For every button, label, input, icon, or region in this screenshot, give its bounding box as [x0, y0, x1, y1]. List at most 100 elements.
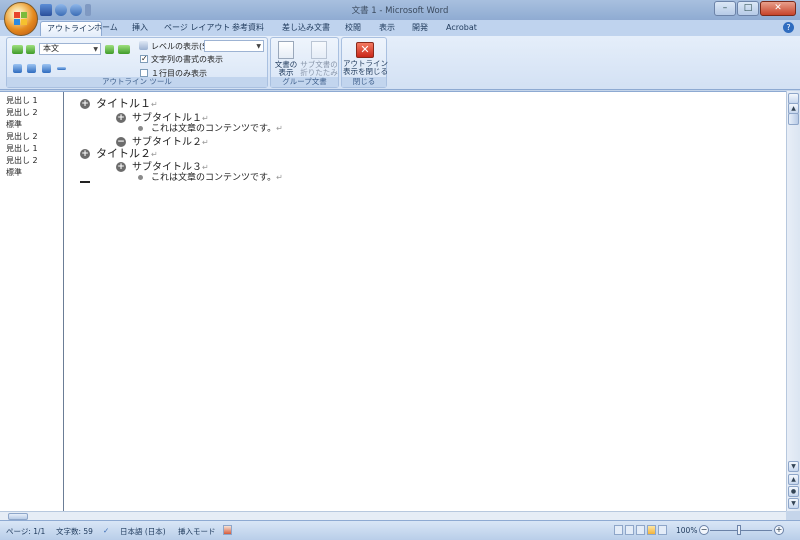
full-screen-reading-icon[interactable] — [625, 525, 634, 535]
close-button[interactable]: ✕ — [760, 1, 796, 16]
outline-level-value: 本文 — [43, 44, 59, 53]
demote-to-body-icon[interactable] — [118, 45, 130, 54]
help-icon[interactable]: ? — [783, 22, 794, 33]
tab-home[interactable]: ホーム — [88, 21, 124, 36]
proofing-icon[interactable]: ✓ — [103, 526, 109, 535]
style-name: 見出し 2 — [6, 156, 38, 165]
office-button[interactable] — [4, 2, 38, 36]
window-title: 文書 1 - Microsoft Word — [351, 6, 449, 16]
style-name: 見出し 1 — [6, 96, 38, 105]
promote-icon[interactable] — [26, 45, 35, 54]
scroll-thumb[interactable] — [788, 113, 799, 125]
title-bar: 文書 1 - Microsoft Word – □ ✕ — [0, 0, 800, 36]
scroll-down-icon[interactable]: ▼ — [788, 461, 799, 472]
outline-tools-group: 本文 ▼ レベルの表示(S): ▼ ✓ 文字列の書式の表示 １行目のみ表示 アウ… — [6, 37, 268, 88]
language-indicator[interactable]: 日本語 (日本) — [120, 526, 166, 537]
outline-view-icon[interactable] — [647, 525, 656, 535]
office-logo-icon — [14, 12, 28, 26]
expand-plus-icon[interactable]: + — [116, 162, 126, 172]
close-group-label: 閉じる — [342, 77, 386, 87]
master-document-group: 文書の 表示 サブ文書の 折りたたみ グループ文書 — [270, 37, 339, 88]
show-document-label: 文書の 表示 — [274, 60, 298, 77]
collapse-icon[interactable] — [57, 67, 66, 70]
zoom-out-icon[interactable]: − — [699, 525, 709, 535]
body-text-dot-icon — [138, 175, 143, 180]
previous-page-icon[interactable]: ▲ — [788, 474, 799, 485]
show-document-button[interactable]: 文書の 表示 — [272, 41, 300, 77]
move-down-icon[interactable] — [27, 64, 36, 73]
browse-object-icon[interactable]: ● — [788, 486, 799, 497]
maximize-button[interactable]: □ — [737, 1, 759, 16]
expand-icon[interactable] — [42, 64, 51, 73]
subdocument-icon — [311, 41, 327, 59]
close-group: ✕ アウトライン 表示を閉じる 閉じる — [341, 37, 388, 88]
style-name: 見出し 2 — [6, 132, 38, 141]
paragraph-mark: ↵ — [202, 138, 209, 147]
show-level-icon — [139, 41, 148, 50]
close-outline-view-label: アウトライン 表示を閉じる — [343, 59, 388, 76]
show-format-label: 文字列の書式の表示 — [151, 55, 223, 64]
expand-plus-icon[interactable]: + — [116, 113, 126, 123]
expand-plus-icon[interactable]: + — [80, 149, 90, 159]
draft-view-icon[interactable] — [658, 525, 667, 535]
tab-mailings[interactable]: 差し込み文書 — [276, 21, 336, 36]
tab-acrobat[interactable]: Acrobat — [440, 21, 483, 36]
outline-tools-group-label: アウトライン ツール — [7, 77, 267, 87]
outline-level-dropdown[interactable]: 本文 ▼ — [39, 43, 101, 55]
close-icon: ✕ — [356, 42, 374, 58]
status-bar: ページ: 1/1 文字数: 59 ✓ 日本語 (日本) 挿入モード 100% −… — [0, 520, 800, 540]
window-controls: – □ ✕ — [714, 1, 796, 16]
paragraph-mark: ↵ — [276, 173, 283, 182]
paragraph-mark: ↵ — [151, 100, 158, 109]
ribbon: 本文 ▼ レベルの表示(S): ▼ ✓ 文字列の書式の表示 １行目のみ表示 アウ… — [0, 36, 800, 90]
tab-page-layout[interactable]: ページ レイアウト — [158, 21, 236, 36]
end-of-document-marker — [80, 181, 90, 183]
demote-icon[interactable] — [105, 45, 114, 54]
ribbon-tabs: アウトライン ホーム 挿入 ページ レイアウト 参考資料 差し込み文書 校閲 表… — [0, 20, 800, 36]
next-page-icon[interactable]: ▼ — [788, 498, 799, 509]
macro-recording-icon[interactable] — [223, 525, 232, 535]
outline-item[interactable]: これは文章のコンテンツです。↵ — [136, 170, 283, 183]
tab-view[interactable]: 表示 — [373, 21, 401, 36]
horizontal-scroll-thumb[interactable] — [8, 513, 28, 520]
vertical-scrollbar[interactable]: ▲ ▼ ▲ ● ▼ — [786, 91, 800, 511]
page-indicator[interactable]: ページ: 1/1 — [6, 526, 45, 537]
style-area-pane: 見出し 1 見出し 2 標準 見出し 2 見出し 1 見出し 2 標準 — [0, 92, 64, 512]
chevron-down-icon: ▼ — [93, 46, 98, 53]
paragraph-mark: ↵ — [276, 124, 283, 133]
style-name: 見出し 2 — [6, 108, 38, 117]
first-line-only-checkbox[interactable] — [140, 69, 148, 77]
style-name: 標準 — [6, 120, 22, 129]
style-name: 見出し 1 — [6, 144, 38, 153]
outline-item-text: これは文章のコンテンツです。 — [151, 173, 277, 183]
document-area: 見出し 1 見出し 2 標準 見出し 2 見出し 1 見出し 2 標準 + タイト… — [0, 91, 786, 512]
promote-to-heading1-icon[interactable] — [12, 45, 23, 54]
print-layout-icon[interactable] — [614, 525, 623, 535]
show-level-dropdown[interactable]: ▼ — [204, 40, 264, 52]
tab-references[interactable]: 参考資料 — [226, 21, 270, 36]
zoom-in-icon[interactable]: + — [774, 525, 784, 535]
tab-developer[interactable]: 開発 — [406, 21, 434, 36]
expand-plus-icon[interactable]: + — [80, 99, 90, 109]
web-layout-icon[interactable] — [636, 525, 645, 535]
style-name: 標準 — [6, 168, 22, 177]
close-outline-view-button[interactable]: ✕ アウトライン 表示を閉じる — [343, 41, 388, 76]
horizontal-scrollbar[interactable] — [0, 511, 786, 520]
word-count[interactable]: 文字数: 59 — [56, 526, 93, 537]
tab-insert[interactable]: 挿入 — [126, 21, 154, 36]
outline-content[interactable]: + タイトル１↵ + サブタイトル１↵ これは文章のコンテンツです。↵ − サブタイト… — [66, 92, 784, 512]
master-document-group-label: グループ文書 — [271, 77, 338, 87]
zoom-level[interactable]: 100% — [676, 526, 697, 535]
zoom-slider-thumb[interactable] — [737, 525, 741, 535]
minimize-button[interactable]: – — [714, 1, 736, 16]
body-text-dot-icon — [138, 126, 143, 131]
document-icon — [278, 41, 294, 59]
show-format-checkbox[interactable]: ✓ — [140, 55, 148, 63]
chevron-down-icon: ▼ — [256, 43, 261, 50]
insert-mode[interactable]: 挿入モード — [178, 526, 216, 537]
tab-review[interactable]: 校閲 — [339, 21, 367, 36]
zoom-slider-track[interactable] — [710, 530, 772, 531]
move-up-icon[interactable] — [13, 64, 22, 73]
collapse-subdocuments-label: サブ文書の 折りたたみ — [300, 60, 338, 77]
collapse-subdocuments-button[interactable]: サブ文書の 折りたたみ — [300, 41, 338, 77]
